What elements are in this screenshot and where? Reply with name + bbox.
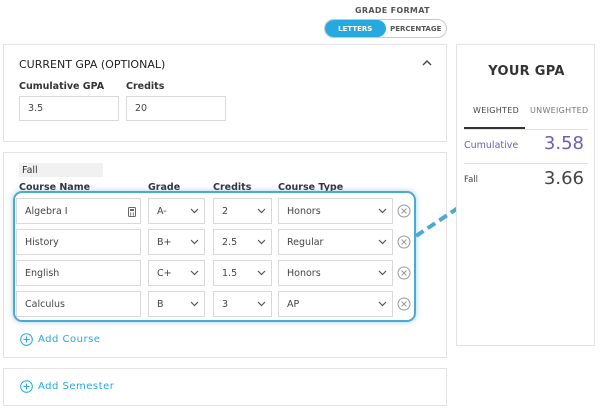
grade-select[interactable]: B+ (148, 229, 205, 255)
course-name-value: History (25, 236, 59, 248)
course-row: Calculus B 3 AP (4, 291, 448, 317)
remove-course-icon[interactable] (397, 204, 411, 218)
course-name-input[interactable]: English (16, 260, 141, 286)
chevron-down-icon (190, 239, 199, 245)
cumulative-gpa-label: Cumulative GPA (19, 81, 105, 92)
remove-course-icon[interactable] (397, 266, 411, 280)
chevron-down-icon (257, 208, 266, 214)
course-row: Algebra I A- 2 Honors (4, 198, 448, 224)
tab-weighted[interactable]: WEIGHTED (473, 106, 519, 115)
add-semester-card: Add Semester (3, 368, 447, 406)
semester-result-value: 3.66 (543, 168, 584, 189)
grade-value: C+ (157, 267, 172, 279)
course-type-value: AP (287, 298, 300, 310)
add-semester-label: Add Semester (38, 381, 115, 392)
add-course-label: Add Course (38, 334, 101, 345)
course-type-value: Honors (287, 205, 321, 217)
chevron-down-icon (190, 270, 199, 276)
credits-header: Credits (213, 182, 252, 193)
semester-name-input[interactable]: Fall (19, 163, 103, 177)
grade-select[interactable]: B (148, 291, 205, 317)
plus-circle-icon (20, 380, 33, 393)
course-name-value: Algebra I (25, 205, 68, 217)
credits-select[interactable]: 1.5 (213, 260, 272, 286)
cumulative-result-label: Cumulative (464, 140, 519, 151)
chevron-down-icon (257, 270, 266, 276)
chevron-down-icon (378, 208, 387, 214)
chevron-down-icon (378, 301, 387, 307)
semester-result-label: Fall (464, 175, 479, 185)
your-gpa-title: YOUR GPA (488, 64, 565, 79)
credits-input[interactable]: 20 (126, 96, 226, 121)
semester-card: Fall Course Name Grade Credits Course Ty… (3, 152, 447, 358)
course-type-select[interactable]: Honors (278, 260, 393, 286)
current-gpa-title: CURRENT GPA (OPTIONAL) (19, 58, 166, 71)
result-divider (464, 163, 588, 164)
course-type-select[interactable]: AP (278, 291, 393, 317)
cumulative-result-value: 3.58 (543, 133, 584, 154)
course-type-value: Regular (287, 236, 324, 248)
credits-value: 3 (222, 298, 229, 310)
credits-select[interactable]: 3 (213, 291, 272, 317)
course-type-header: Course Type (278, 182, 344, 193)
grade-value: B+ (157, 236, 172, 248)
active-tab-indicator (464, 127, 525, 129)
current-gpa-card: CURRENT GPA (OPTIONAL) Cumulative GPA 3.… (3, 44, 447, 142)
credits-select[interactable]: 2 (213, 198, 272, 224)
grade-select[interactable]: A- (148, 198, 205, 224)
grade-format-label: GRADE FORMAT (355, 6, 430, 15)
course-row: English C+ 1.5 Honors (4, 260, 448, 286)
credits-value: 2 (222, 205, 229, 217)
tab-unweighted[interactable]: UNWEIGHTED (530, 106, 588, 115)
grade-value: A- (157, 205, 167, 217)
grade-select[interactable]: C+ (148, 260, 205, 286)
tab-divider (464, 129, 588, 130)
add-course-button[interactable]: Add Course (20, 333, 100, 346)
your-gpa-card: YOUR GPA WEIGHTED UNWEIGHTED Cumulative … (456, 44, 595, 346)
chevron-down-icon (190, 208, 199, 214)
chevron-down-icon (257, 239, 266, 245)
course-name-input[interactable]: History (16, 229, 141, 255)
grade-header: Grade (148, 182, 181, 193)
chevron-up-icon[interactable] (420, 57, 434, 69)
chevron-down-icon (190, 301, 199, 307)
course-type-value: Honors (287, 267, 321, 279)
grade-format-toggle[interactable]: LETTERS PERCENTAGE (324, 19, 447, 38)
add-semester-button[interactable]: Add Semester (20, 380, 114, 393)
calculator-icon (128, 207, 136, 217)
course-type-select[interactable]: Honors (278, 198, 393, 224)
remove-course-icon[interactable] (397, 235, 411, 249)
plus-circle-icon (20, 333, 33, 346)
course-name-input[interactable]: Calculus (16, 291, 141, 317)
course-name-header: Course Name (19, 182, 91, 193)
chevron-down-icon (378, 270, 387, 276)
percentage-option[interactable]: PERCENTAGE (386, 20, 447, 37)
credits-select[interactable]: 2.5 (213, 229, 272, 255)
course-name-value: English (25, 267, 60, 279)
credits-value: 1.5 (222, 267, 238, 279)
grade-value: B (157, 298, 164, 310)
course-row: History B+ 2.5 Regular (4, 229, 448, 255)
chevron-down-icon (257, 301, 266, 307)
letters-option[interactable]: LETTERS (325, 20, 386, 37)
course-name-value: Calculus (25, 298, 65, 310)
course-type-select[interactable]: Regular (278, 229, 393, 255)
credits-label: Credits (126, 81, 165, 92)
credits-value: 2.5 (222, 236, 238, 248)
chevron-down-icon (378, 239, 387, 245)
course-name-input[interactable]: Algebra I (16, 198, 141, 224)
cumulative-gpa-input[interactable]: 3.5 (19, 96, 119, 121)
remove-course-icon[interactable] (397, 297, 411, 311)
